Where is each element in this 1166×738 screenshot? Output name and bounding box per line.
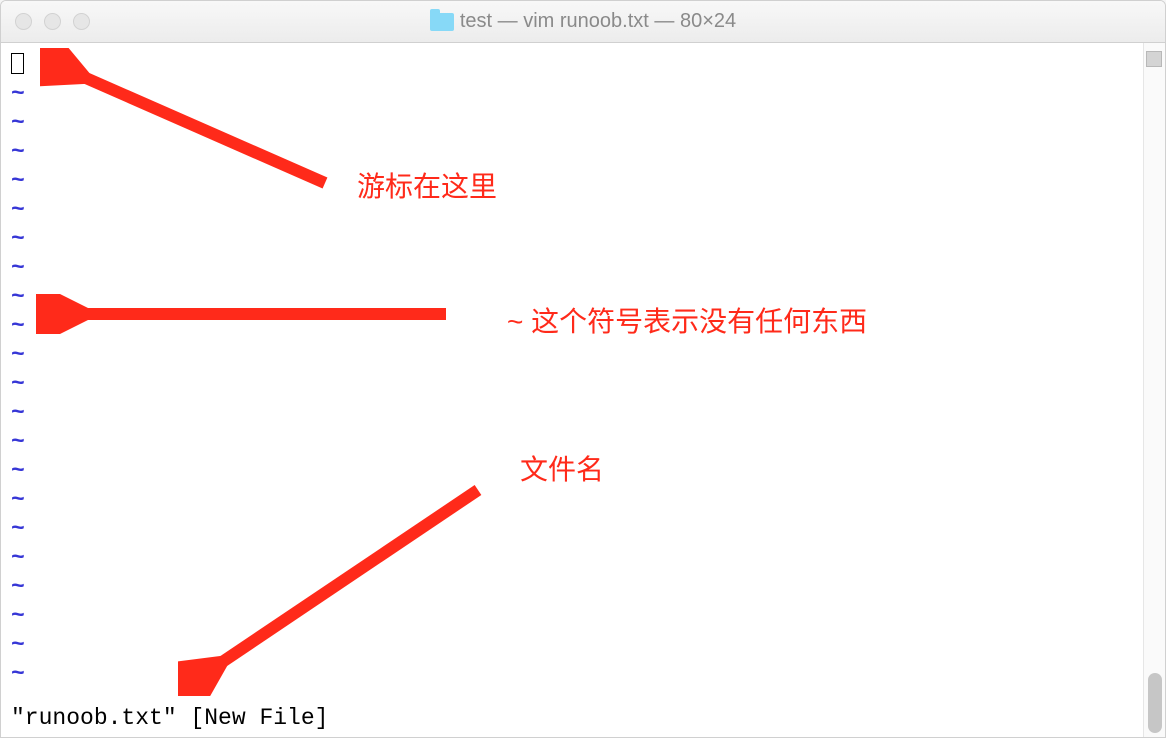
empty-line: ~ xyxy=(11,515,1133,544)
empty-line: ~ xyxy=(11,283,1133,312)
empty-line: ~ xyxy=(11,370,1133,399)
cursor xyxy=(11,53,24,74)
vim-status-line: "runoob.txt" [New File] xyxy=(11,704,328,733)
empty-line: ~ xyxy=(11,254,1133,283)
titlebar: test — vim runoob.txt — 80×24 xyxy=(1,1,1165,43)
empty-line: ~ xyxy=(11,225,1133,254)
maximize-button[interactable] xyxy=(73,13,90,30)
empty-line: ~ xyxy=(11,660,1133,689)
empty-line: ~ xyxy=(11,457,1133,486)
folder-icon xyxy=(430,13,454,31)
empty-line: ~ xyxy=(11,341,1133,370)
minimize-button[interactable] xyxy=(44,13,61,30)
window-title: test — vim runoob.txt — 80×24 xyxy=(460,10,736,33)
empty-line: ~ xyxy=(11,602,1133,631)
window-controls xyxy=(15,13,90,30)
empty-line: ~ xyxy=(11,573,1133,602)
terminal-window: test — vim runoob.txt — 80×24 ~ ~ ~ ~ ~ … xyxy=(0,0,1166,738)
empty-line: ~ xyxy=(11,631,1133,660)
empty-line: ~ xyxy=(11,80,1133,109)
empty-line: ~ xyxy=(11,138,1133,167)
empty-line: ~ xyxy=(11,544,1133,573)
close-button[interactable] xyxy=(15,13,32,30)
empty-line: ~ xyxy=(11,312,1133,341)
scroll-indicator-icon xyxy=(1146,51,1162,67)
window-title-container: test — vim runoob.txt — 80×24 xyxy=(1,10,1165,33)
empty-line: ~ xyxy=(11,399,1133,428)
terminal-content[interactable]: ~ ~ ~ ~ ~ ~ ~ ~ ~ ~ ~ ~ ~ ~ ~ ~ ~ ~ ~ ~ … xyxy=(1,43,1143,737)
empty-line: ~ xyxy=(11,196,1133,225)
scroll-thumb[interactable] xyxy=(1148,673,1162,733)
empty-line: ~ xyxy=(11,486,1133,515)
empty-line: ~ xyxy=(11,167,1133,196)
scrollbar[interactable] xyxy=(1143,43,1165,737)
cursor-line xyxy=(11,51,1133,80)
empty-line: ~ xyxy=(11,428,1133,457)
empty-line: ~ xyxy=(11,109,1133,138)
